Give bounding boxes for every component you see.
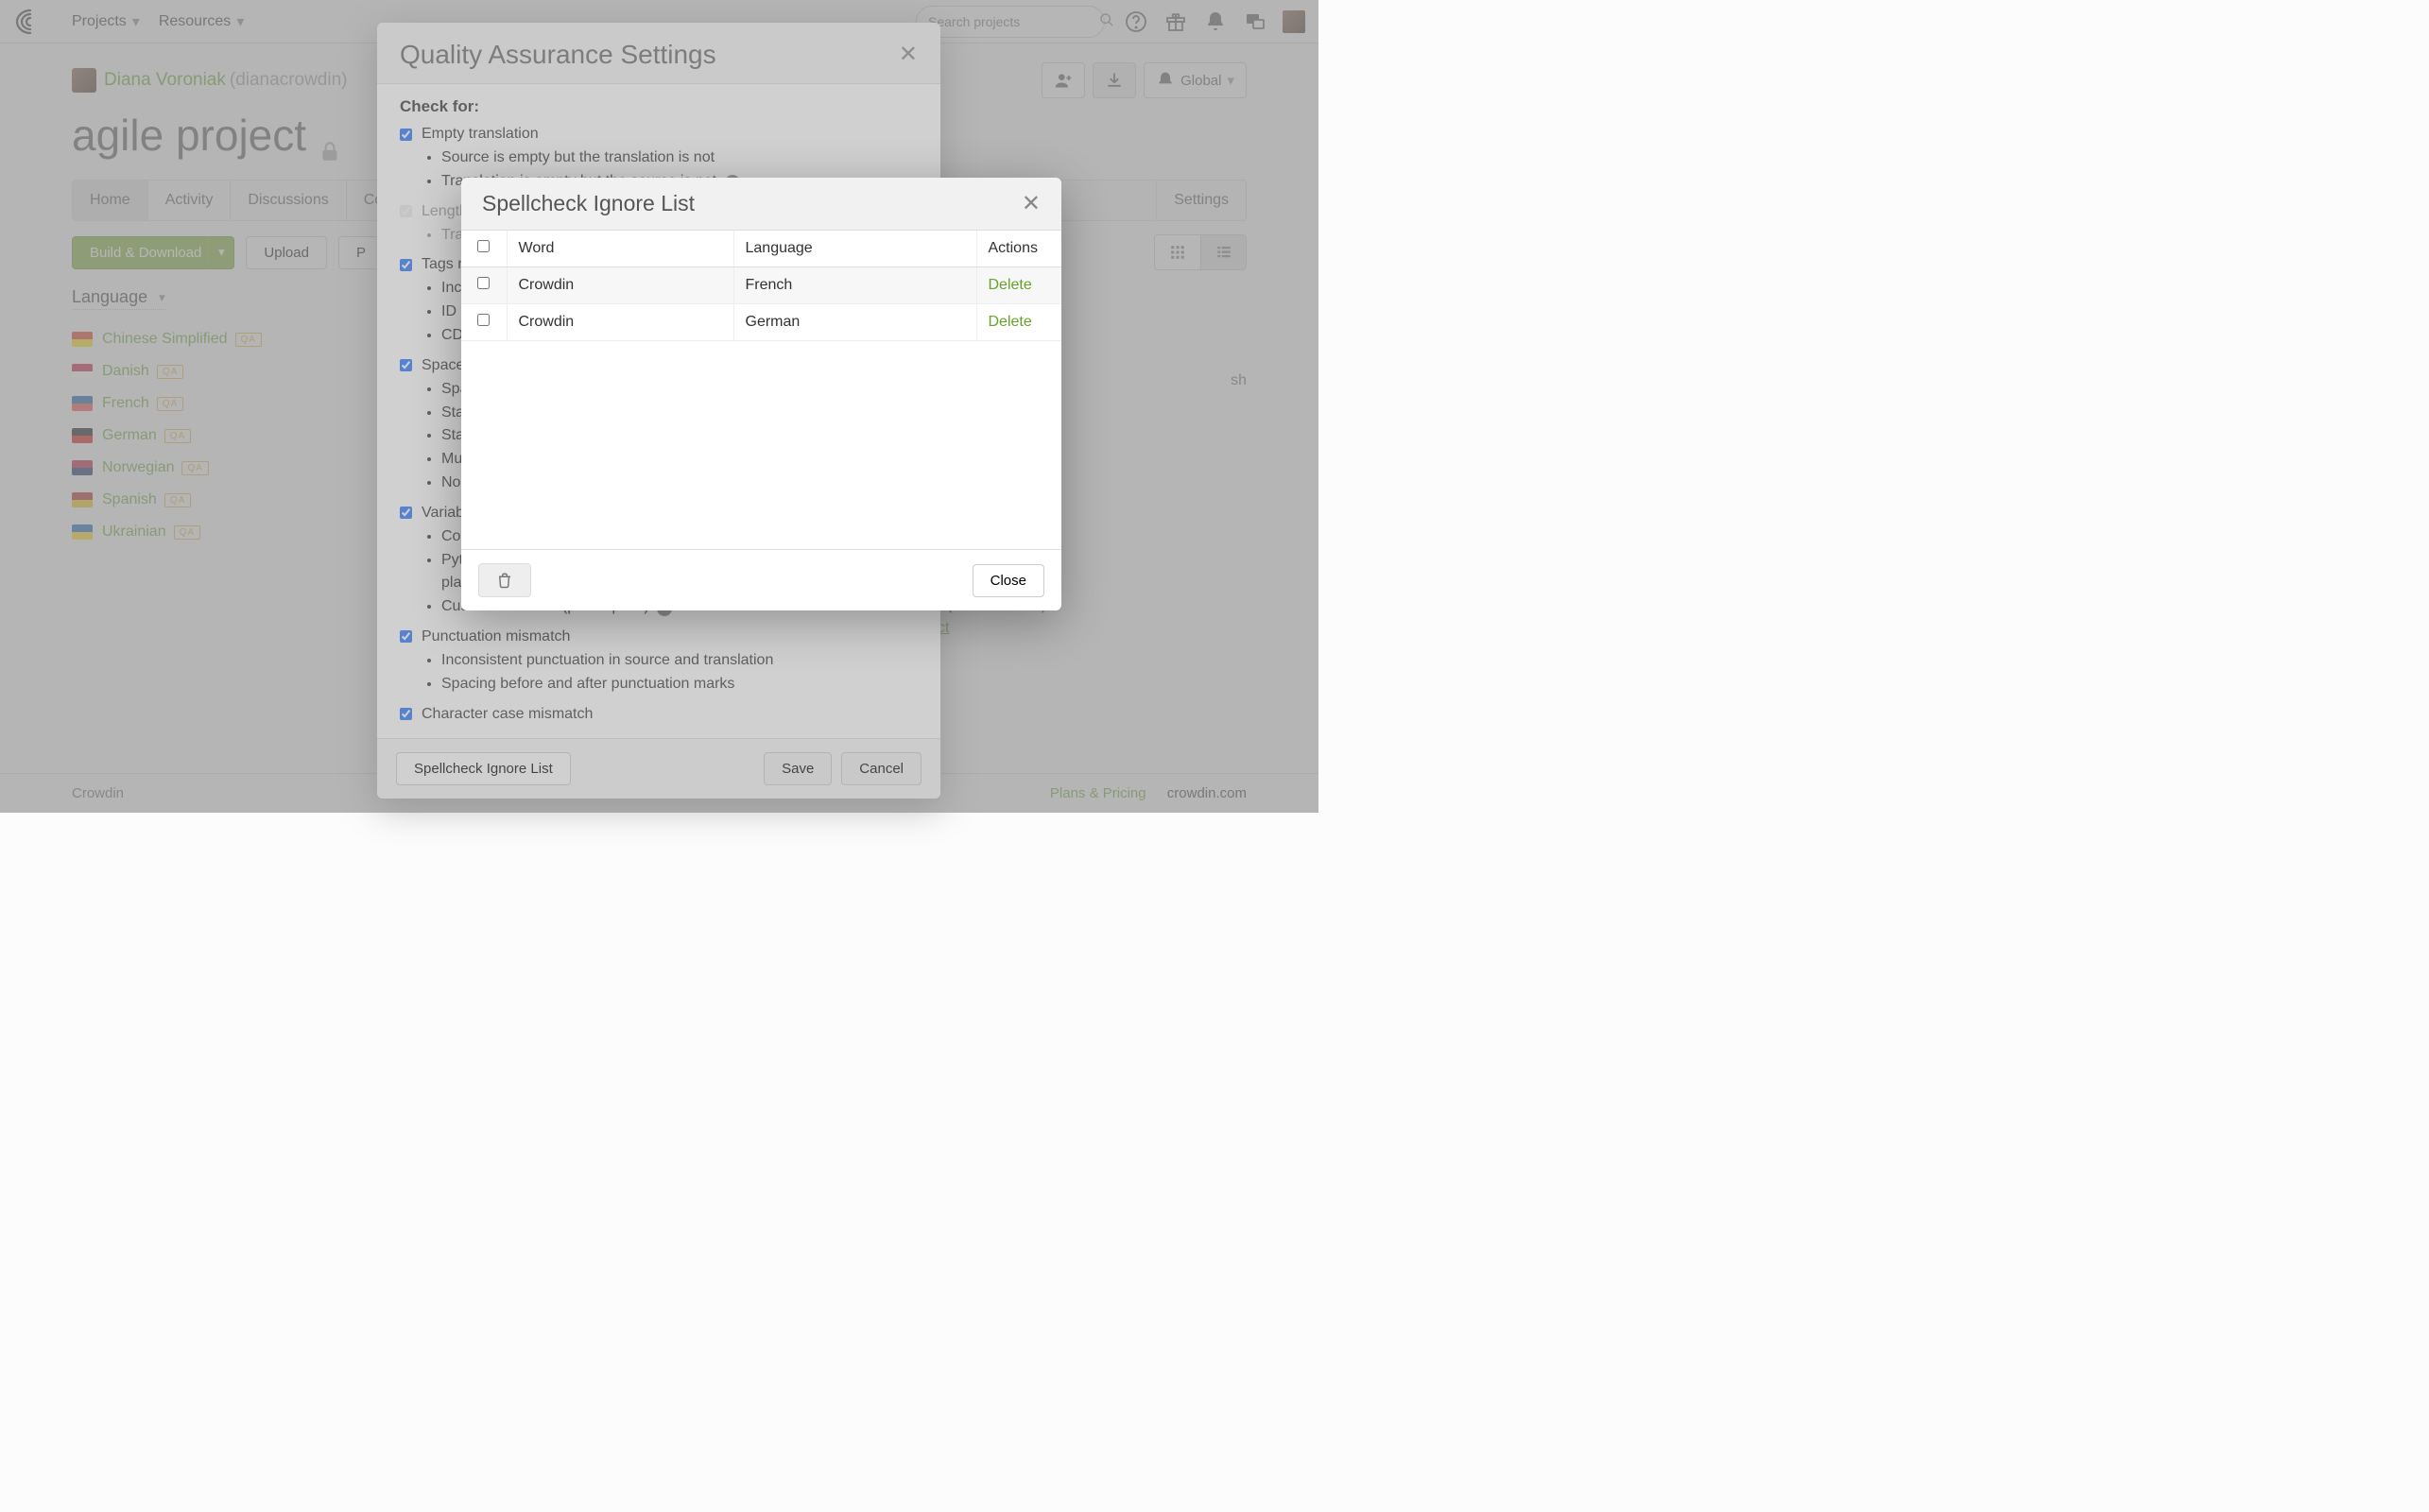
cancel-button[interactable]: Cancel: [841, 752, 922, 785]
select-all-header: [461, 231, 507, 267]
close-icon[interactable]: ✕: [1022, 193, 1041, 215]
sub-item: Inconsistent punctuation in source and t…: [441, 649, 918, 673]
spellcheck-title: Spellcheck Ignore List: [482, 191, 695, 216]
empty-translation-label: Empty translation: [422, 126, 539, 143]
qa-modal-title: Quality Assurance Settings: [400, 40, 716, 70]
check-charcase[interactable]: Character case mismatch: [400, 706, 918, 723]
length-checkbox[interactable]: [400, 205, 412, 217]
spaces-checkbox[interactable]: [400, 359, 412, 371]
charcase-checkbox[interactable]: [400, 708, 412, 720]
row-checkbox[interactable]: [477, 277, 490, 289]
close-icon[interactable]: ✕: [899, 43, 918, 66]
table-row: Crowdin German Delete: [461, 304, 1061, 341]
variables-label: Variab: [422, 505, 464, 522]
row-checkbox[interactable]: [477, 314, 490, 326]
delete-link[interactable]: Delete: [989, 314, 1032, 330]
save-button[interactable]: Save: [764, 752, 832, 785]
sub-item: Spacing before and after punctuation mar…: [441, 673, 918, 696]
punctuation-checkbox[interactable]: [400, 630, 412, 643]
sub-item: Source is empty but the translation is n…: [441, 146, 918, 170]
table-row: Crowdin French Delete: [461, 267, 1061, 304]
select-all-checkbox[interactable]: [477, 240, 490, 252]
spellcheck-table: Word Language Actions Crowdin French Del…: [461, 231, 1061, 341]
language-cell: French: [733, 267, 976, 304]
word-header: Word: [507, 231, 733, 267]
spellcheck-ignore-list-button[interactable]: Spellcheck Ignore List: [396, 752, 571, 785]
check-punctuation[interactable]: Punctuation mismatch: [400, 628, 918, 645]
word-cell: Crowdin: [507, 304, 733, 341]
tags-checkbox[interactable]: [400, 259, 412, 271]
check-for-label: Check for:: [400, 97, 918, 116]
language-header: Language: [733, 231, 976, 267]
empty-translation-checkbox[interactable]: [400, 129, 412, 141]
actions-header: Actions: [976, 231, 1061, 267]
trash-button[interactable]: [478, 563, 531, 597]
delete-link[interactable]: Delete: [989, 277, 1032, 293]
variables-checkbox[interactable]: [400, 507, 412, 519]
spellcheck-modal: Spellcheck Ignore List ✕ Word Language A…: [461, 178, 1061, 610]
close-button[interactable]: Close: [973, 564, 1044, 597]
punctuation-label: Punctuation mismatch: [422, 628, 570, 645]
charcase-label: Character case mismatch: [422, 706, 593, 723]
check-empty-translation[interactable]: Empty translation: [400, 126, 918, 143]
language-cell: German: [733, 304, 976, 341]
word-cell: Crowdin: [507, 267, 733, 304]
